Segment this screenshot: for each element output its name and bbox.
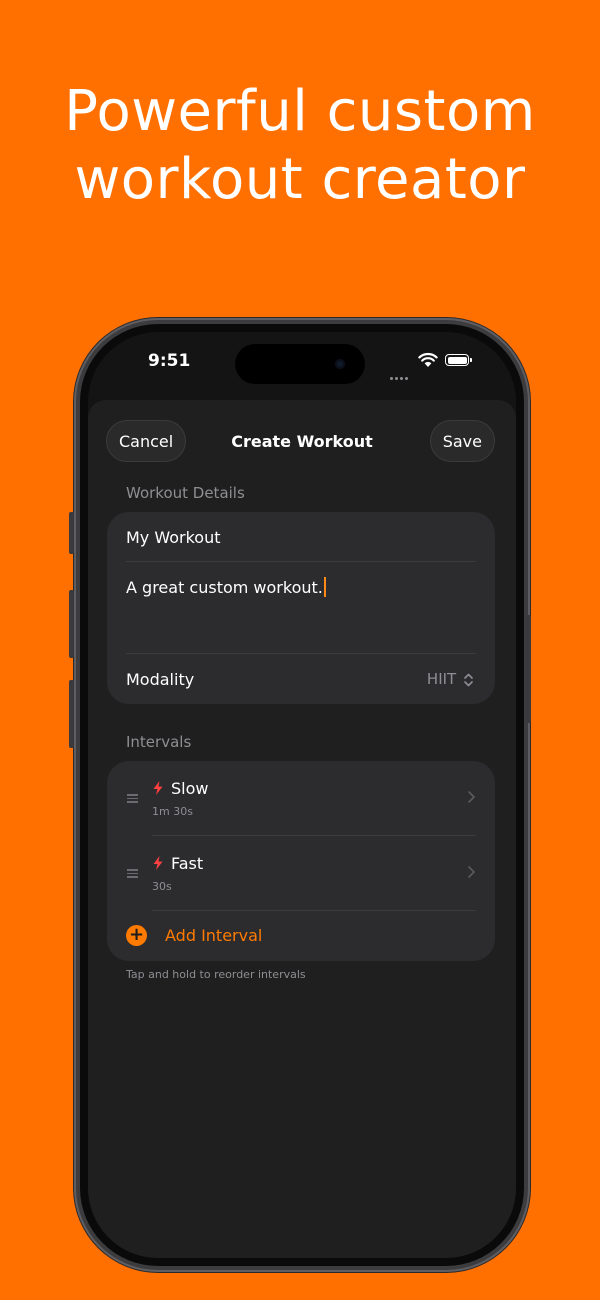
wifi-icon bbox=[418, 352, 438, 367]
cellular-signal-icon bbox=[390, 365, 410, 384]
chevron-right-icon bbox=[468, 866, 475, 878]
modality-picker[interactable]: HIIT bbox=[427, 670, 473, 688]
drag-handle-icon[interactable] bbox=[127, 794, 138, 805]
workout-details-card: My Workout A great custom workout. Modal… bbox=[107, 512, 495, 704]
workout-name-field[interactable]: My Workout bbox=[126, 528, 221, 547]
battery-icon bbox=[445, 354, 472, 366]
description-text: A great custom workout. bbox=[126, 578, 323, 597]
phone-screen: 9:51 Cancel Create Workout Save Workout … bbox=[88, 332, 516, 1258]
power-button bbox=[526, 615, 531, 723]
text-cursor bbox=[323, 577, 326, 597]
modality-label: Modality bbox=[126, 670, 195, 689]
volume-down-button bbox=[69, 680, 74, 748]
divider bbox=[126, 653, 476, 654]
workout-description-field[interactable]: A great custom workout. bbox=[126, 577, 326, 597]
intervals-card: Slow 1m 30s Fast 30s + Add Interval bbox=[107, 761, 495, 961]
headline-line-2: workout creator bbox=[74, 147, 526, 212]
dynamic-island bbox=[235, 344, 365, 384]
volume-up-button bbox=[69, 590, 74, 658]
interval-duration: 1m 30s bbox=[152, 805, 193, 818]
silent-switch bbox=[69, 512, 74, 554]
chevron-right-icon bbox=[468, 791, 475, 803]
interval-name: Fast bbox=[171, 854, 204, 873]
modality-value: HIIT bbox=[426, 670, 457, 688]
chevron-up-down-icon bbox=[464, 673, 473, 686]
intervals-header: Intervals bbox=[126, 733, 192, 751]
reorder-hint: Tap and hold to reorder intervals bbox=[126, 968, 306, 981]
plus-circle-icon: + bbox=[126, 925, 147, 946]
divider bbox=[126, 561, 476, 562]
interval-name: Slow bbox=[171, 779, 209, 798]
status-time: 9:51 bbox=[148, 351, 191, 371]
create-workout-sheet: Cancel Create Workout Save Workout Detai… bbox=[88, 400, 516, 1258]
marketing-headline: Powerful custom workout creator bbox=[0, 78, 600, 214]
interval-row[interactable]: Slow 1m 30s bbox=[107, 761, 495, 835]
save-button[interactable]: Save bbox=[429, 420, 495, 462]
interval-row[interactable]: Fast 30s bbox=[107, 836, 495, 910]
interval-duration: 30s bbox=[152, 880, 172, 893]
headline-line-1: Powerful custom bbox=[64, 79, 536, 144]
workout-details-header: Workout Details bbox=[126, 484, 245, 502]
add-interval-button[interactable]: + Add Interval bbox=[107, 911, 495, 961]
lightning-bolt-icon bbox=[153, 781, 163, 795]
lightning-bolt-icon bbox=[153, 856, 163, 870]
drag-handle-icon[interactable] bbox=[127, 869, 138, 880]
camera-icon bbox=[335, 359, 345, 369]
add-interval-label: Add Interval bbox=[165, 926, 263, 945]
